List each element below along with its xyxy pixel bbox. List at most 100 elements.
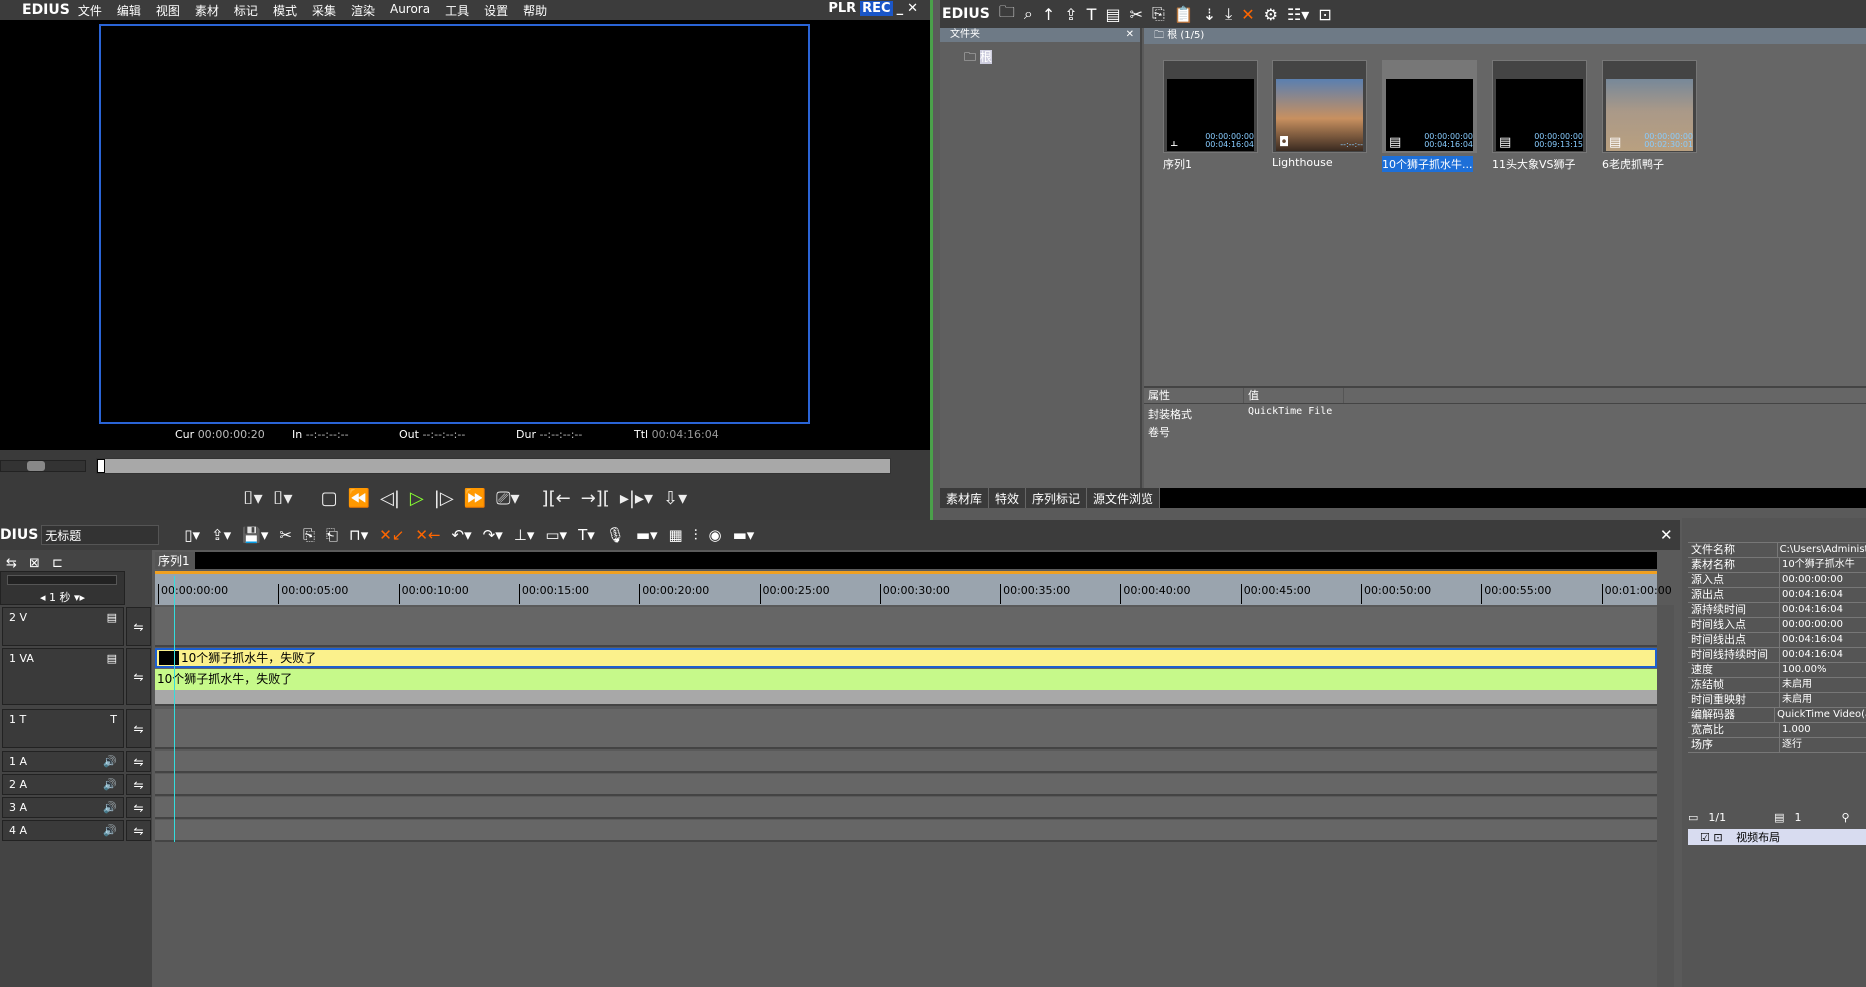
clip-thumbnail[interactable]: ◘ --:--:-- (1272, 60, 1367, 153)
sync-toggle-icon[interactable]: ⇋ (126, 774, 151, 795)
track-header[interactable]: 4 A 🔊 (2, 820, 124, 841)
clip-name[interactable]: 6老虎抓鸭子 (1602, 156, 1664, 172)
loop-icon[interactable]: ⎚▾ (496, 488, 519, 509)
track-lane[interactable] (155, 797, 1657, 819)
menu-item[interactable]: 工具 (445, 2, 469, 19)
mode-switch[interactable]: PLR REC _ ✕ (828, 1, 918, 16)
import-icon[interactable]: ⇪ (1064, 5, 1077, 24)
menu-item[interactable]: 渲染 (351, 2, 375, 19)
track-lane[interactable] (155, 751, 1657, 773)
speaker-icon[interactable]: 🔊 (103, 801, 117, 814)
bin-tab[interactable]: 特效 (989, 488, 1027, 508)
track-header[interactable]: 2 V ▤ (2, 607, 124, 646)
track-header[interactable]: 1 T T (2, 709, 124, 748)
menu-item[interactable]: 编辑 (117, 2, 141, 19)
film-icon[interactable]: ▤ (107, 652, 117, 665)
plr-button[interactable]: PLR (828, 1, 856, 16)
bin-tab[interactable]: 源文件浏览 (1087, 488, 1161, 508)
zoom-control[interactable]: ◂ 1 秒 ▾▸ (0, 571, 125, 605)
sync-toggle-icon[interactable]: ⇋ (126, 709, 151, 748)
speaker-icon[interactable]: 🔊 (103, 824, 117, 837)
cut-icon[interactable]: ✂ (279, 526, 292, 544)
track-lane[interactable] (155, 607, 1657, 647)
title-icon[interactable]: T (1087, 5, 1097, 24)
properties-icon[interactable]: ⚙ (1264, 5, 1278, 24)
delete-icon[interactable]: ✕ (1241, 5, 1254, 24)
time-ruler[interactable]: 00:00:00:00 00:00:05:00 00:00:10:00 00:00:1… (155, 571, 1672, 605)
redo-icon[interactable]: ↷▾ (483, 526, 503, 544)
menu-item[interactable]: 设置 (484, 2, 508, 19)
film-icon[interactable]: ▤ (107, 611, 117, 624)
time-scale[interactable]: 1 秒 (49, 591, 71, 604)
output-icon[interactable]: ⇩▾ (663, 488, 687, 509)
sync-toggle-icon[interactable]: ⇋ (126, 820, 151, 841)
track-header[interactable]: 1 A 🔊 (2, 751, 124, 772)
close-icon[interactable]: ✕ (1660, 526, 1673, 544)
open-project-icon[interactable]: ⇪▾ (211, 526, 231, 544)
delete-ripple-icon[interactable]: ✕↙ (379, 526, 404, 544)
new-sequence-icon[interactable]: ▯▾ (184, 526, 200, 544)
track-tools[interactable]: ⇆ ⊠ ⊏ (6, 556, 152, 571)
effect-icon[interactable]: ⚲ (1842, 811, 1850, 824)
stop-icon[interactable]: ▢ (321, 488, 338, 509)
track-lane[interactable] (155, 774, 1657, 796)
track-header[interactable]: 1 VA ▤ (2, 648, 124, 705)
sequence-tab[interactable]: 序列1 (155, 552, 195, 569)
sync-toggle-icon[interactable]: ⇋ (126, 797, 151, 818)
paste-icon[interactable]: ⎗ (326, 526, 338, 544)
step-back-icon[interactable]: ◁| (380, 488, 400, 509)
replace-icon[interactable]: ⊓▾ (349, 526, 368, 544)
clip-thumbnail[interactable]: ▤ 00:00:00:00 00:02:30:01 (1602, 60, 1697, 153)
grid-icon[interactable]: ▦ (669, 526, 683, 544)
fast-forward-icon[interactable]: ⏩ (464, 488, 486, 509)
color-bars-icon[interactable]: ▤ (1105, 5, 1120, 24)
play-icon[interactable]: ▷ (410, 488, 424, 509)
insert-icon[interactable]: ][← (542, 488, 571, 509)
clip-name[interactable]: Lighthouse (1272, 156, 1333, 169)
paste-icon[interactable]: 📋 (1174, 5, 1194, 24)
menu-item[interactable]: 帮助 (523, 2, 547, 19)
clip-thumbnail[interactable]: ▤ 00:00:00:00 00:09:13:15 (1492, 60, 1587, 153)
render-icon[interactable]: ▬▾ (636, 526, 658, 544)
copy-icon[interactable]: ⎘ (1152, 4, 1165, 24)
clip-name[interactable]: 序列1 (1163, 156, 1192, 172)
clip-name[interactable]: 10个狮子抓水牛... (1382, 156, 1473, 172)
window-icon[interactable]: ▬▾ (733, 526, 755, 544)
clip-thumbnail[interactable]: ▤ 00:00:00:00 00:04:16:04 (1382, 60, 1477, 153)
bin-tab[interactable]: 素材库 (940, 488, 990, 508)
sync-toggle-icon[interactable]: ⇋ (126, 648, 151, 705)
menu-item[interactable]: 模式 (273, 2, 297, 19)
menu-item[interactable]: 素材 (195, 2, 219, 19)
set-in-icon[interactable]: ⌷▾ (243, 488, 263, 509)
step-forward-icon[interactable]: |▷ (434, 488, 454, 509)
view-icon[interactable]: ☷▾ (1287, 5, 1309, 24)
rewind-icon[interactable]: ⏪ (348, 488, 370, 509)
playhead-line[interactable] (174, 576, 175, 842)
mic-icon[interactable]: 🎙 (606, 526, 625, 544)
ripple-icon[interactable]: ▭▾ (545, 526, 567, 544)
menu-item[interactable]: 采集 (312, 2, 336, 19)
video-clip[interactable]: 10个狮子抓水牛，失败了 (155, 648, 1657, 668)
briefcase-icon[interactable]: ⊡ (1318, 5, 1331, 24)
mixer-icon[interactable]: ⫶ (694, 526, 698, 544)
audio-clip[interactable]: 10个狮子抓水牛，失败了 (155, 669, 1657, 690)
folder-root[interactable]: 🗀 根 (964, 48, 1140, 69)
sync-toggle-icon[interactable]: ⇋ (126, 607, 151, 646)
insert-to-timeline-icon[interactable]: ⤓ (1225, 4, 1232, 24)
clip-name[interactable]: 11头大象VS狮子 (1492, 156, 1576, 172)
split-icon[interactable]: ▸|▸▾ (620, 488, 653, 509)
playhead-handle[interactable] (97, 459, 105, 473)
layer-icon[interactable]: ▤ (1774, 811, 1784, 824)
shuttle-slider[interactable] (0, 460, 86, 472)
color-icon[interactable]: ◉ (708, 526, 721, 544)
menu-item[interactable]: 标记 (234, 2, 258, 19)
delete-icon[interactable]: ✕← (415, 526, 440, 544)
add-to-timeline-icon[interactable]: ⇣ (1203, 5, 1216, 24)
title-icon[interactable]: T (110, 713, 117, 726)
menu-item[interactable]: 视图 (156, 2, 180, 19)
up-icon[interactable]: ↑ (1042, 5, 1055, 24)
search-icon[interactable]: ⌕ (1024, 4, 1033, 24)
save-icon[interactable]: 💾▾ (242, 526, 268, 544)
set-out-icon[interactable]: ⌷▾ (273, 488, 293, 509)
minimize-button[interactable]: _ (897, 1, 904, 16)
